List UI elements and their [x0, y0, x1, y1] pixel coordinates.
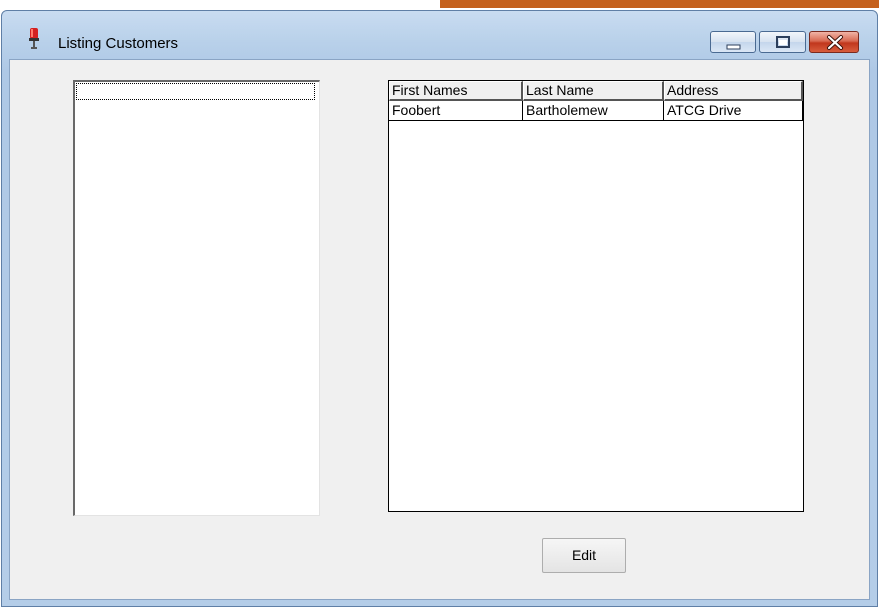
maximize-icon [776, 36, 790, 48]
grid-header: First Names Last Name Address [389, 81, 803, 101]
listing-customers-window: Listing Customers First Names Last Name … [1, 10, 878, 607]
customer-grid[interactable]: First Names Last Name Address Foobert Ba… [388, 80, 804, 512]
app-icon [29, 28, 39, 49]
close-button[interactable] [809, 31, 859, 53]
background-strip [0, 0, 879, 10]
table-row[interactable]: Foobert Bartholemew ATCG Drive [389, 101, 803, 121]
cell-address[interactable]: ATCG Drive [664, 101, 803, 121]
column-header-first-names[interactable]: First Names [389, 81, 523, 101]
client-area: First Names Last Name Address Foobert Ba… [9, 59, 870, 600]
minimize-icon [726, 44, 741, 50]
customer-list-box[interactable] [73, 80, 320, 516]
background-window-edge [440, 0, 879, 8]
title-bar[interactable]: Listing Customers [2, 11, 877, 59]
cell-first-name[interactable]: Foobert [389, 101, 523, 121]
maximize-button[interactable] [759, 31, 806, 53]
edit-button[interactable]: Edit [542, 538, 626, 573]
close-icon [827, 35, 843, 50]
window-title: Listing Customers [58, 35, 179, 52]
column-header-last-name[interactable]: Last Name [523, 81, 664, 101]
minimize-button[interactable] [710, 31, 756, 53]
cell-last-name[interactable]: Bartholemew [523, 101, 664, 121]
column-header-address[interactable]: Address [664, 81, 803, 101]
list-focus-rectangle [76, 83, 315, 100]
